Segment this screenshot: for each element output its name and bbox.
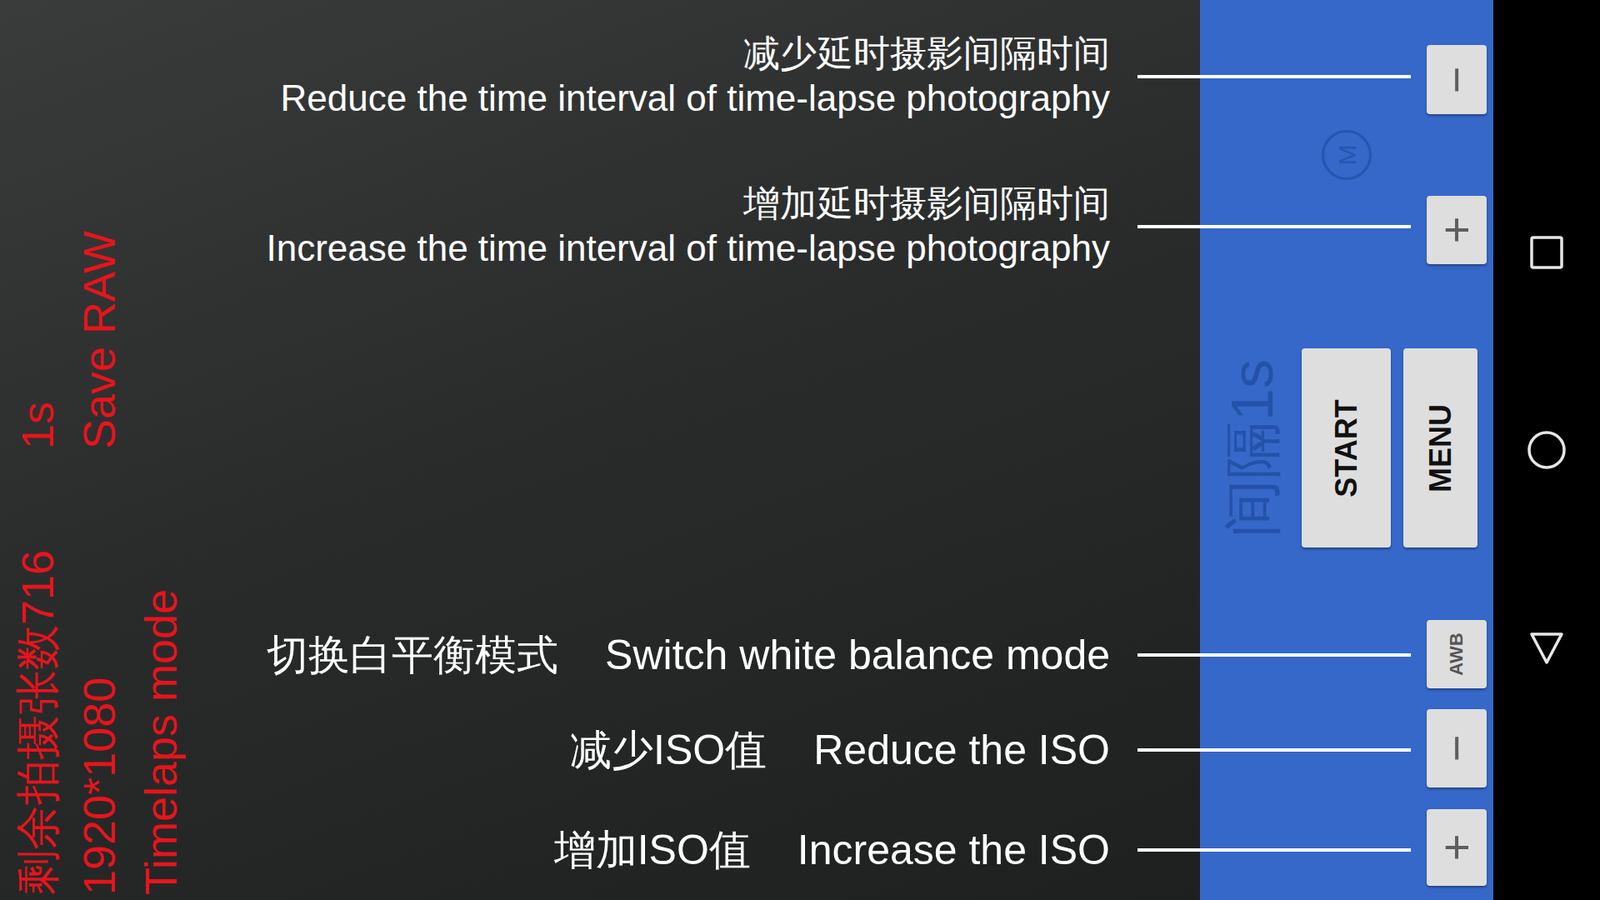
interval-minus-button[interactable]: − — [1426, 45, 1487, 115]
camera-screen: 剩余拍摄张数7161s1920*1080Save RAWTimelaps mod… — [0, 0, 1600, 900]
recents-square-icon[interactable] — [1528, 234, 1565, 271]
resolution-readout: 1920*1080 — [68, 449, 130, 895]
navigation-bar — [1493, 0, 1600, 900]
annotation-en: Switch white balance mode — [605, 630, 1110, 680]
annotation-pointer-line — [1137, 748, 1411, 752]
annotation-en: Increase the time interval of time-lapse… — [265, 225, 1110, 272]
annotation-pointer-line — [1137, 848, 1411, 852]
white-balance-button[interactable]: AWB — [1426, 620, 1487, 689]
annotation-zh: 减少ISO值 — [570, 725, 767, 775]
mode-readout: Timelaps mode — [130, 449, 192, 895]
menu-button[interactable]: MENU — [1403, 348, 1478, 548]
annotation: 减少ISO值 Reduce the ISO — [0, 725, 1411, 775]
iso-plus-button[interactable]: + — [1426, 809, 1487, 886]
annotation-pointer-line — [1137, 75, 1411, 79]
annotation: 减少延时摄影间隔时间Reduce the time interval of ti… — [0, 31, 1411, 122]
annotation-zh: 减少延时摄影间隔时间 — [743, 31, 1110, 75]
back-triangle-icon[interactable] — [1528, 629, 1565, 666]
annotation: 切换白平衡模式 Switch white balance mode — [0, 630, 1411, 680]
remaining-shots: 剩余拍摄张数716 — [6, 449, 69, 895]
manual-mode-badge[interactable]: M — [1321, 130, 1372, 180]
iso-minus-button[interactable]: − — [1426, 709, 1487, 788]
interval-readout: 1s — [6, 0, 69, 450]
annotation: 增加ISO值 Increase the ISO — [0, 825, 1411, 875]
annotation-en: Reduce the time interval of time-lapse p… — [280, 75, 1110, 122]
hud-overlay: 剩余拍摄张数7161s1920*1080Save RAWTimelaps mod… — [0, 0, 192, 900]
annotation: 增加延时摄影间隔时间Increase the time interval of … — [0, 181, 1411, 272]
annotation-en: Increase the ISO — [797, 825, 1110, 875]
annotation-pointer-line — [1137, 225, 1411, 229]
home-circle-icon[interactable] — [1525, 429, 1568, 471]
control-panel: − M + 间隔1sSTARTMENU AWB − + — [1200, 0, 1494, 900]
start-button[interactable]: START — [1301, 348, 1391, 548]
annotation-pointer-line — [1137, 653, 1411, 657]
interval-plus-button[interactable]: + — [1426, 195, 1487, 265]
interval-display: 间隔1s — [1220, 336, 1287, 560]
annotation-zh: 切换白平衡模式 — [266, 630, 559, 680]
format-readout: Save RAW — [68, 0, 130, 450]
annotation-en: Reduce the ISO — [813, 725, 1110, 775]
annotation-zh: 增加ISO值 — [554, 825, 751, 875]
annotation-zh: 增加延时摄影间隔时间 — [743, 181, 1110, 225]
